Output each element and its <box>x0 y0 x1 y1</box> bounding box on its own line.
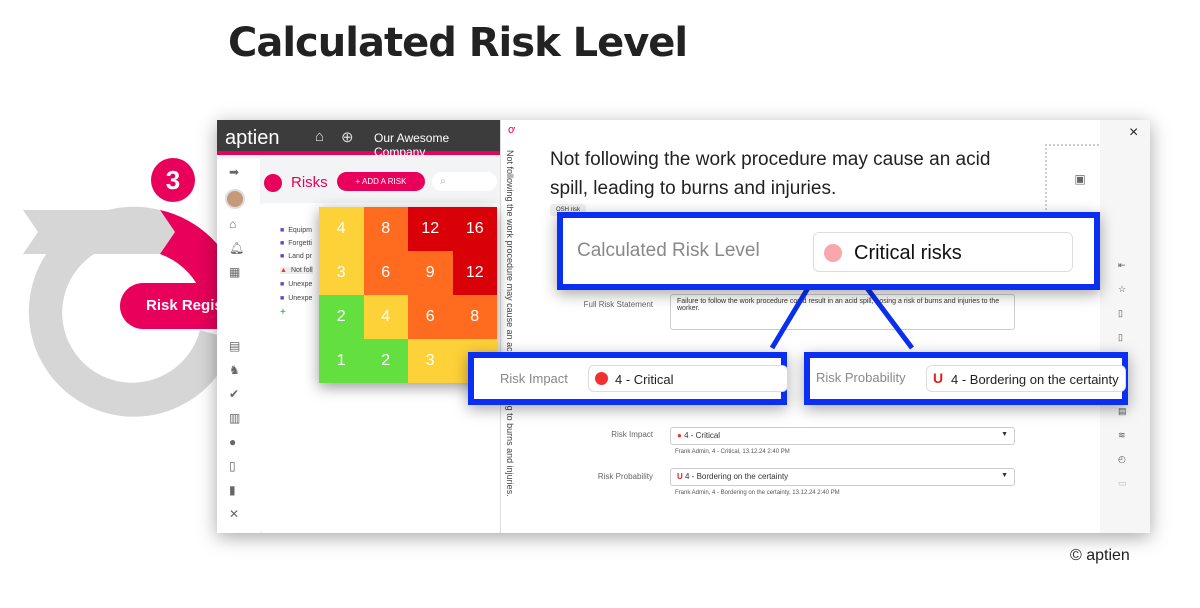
calculated-risk-level-field: Critical risks <box>813 232 1073 272</box>
matrix-cell: 3 <box>319 251 364 295</box>
matrix-cell: 8 <box>452 295 497 339</box>
expand-icon[interactable]: ➡ <box>229 165 239 179</box>
check-icon[interactable]: ✔ <box>229 387 239 401</box>
matrix-cell: 2 <box>363 339 408 383</box>
risk-probability-select[interactable]: U 4 - Bordering on the certainty ▼ <box>670 468 1015 486</box>
history-icon[interactable]: ◴ <box>1118 454 1126 465</box>
risk-probability-label: Risk Probability <box>597 472 653 481</box>
risk-impact-label: Risk Impact <box>611 430 653 439</box>
books-icon[interactable]: ▮ <box>229 483 236 497</box>
close-button[interactable]: × <box>1129 124 1138 142</box>
document-icon[interactable]: ▤ <box>229 339 240 353</box>
risk-level-dot-icon <box>824 244 842 262</box>
risk-icon: ■ <box>280 281 285 288</box>
dog-icon[interactable]: ♞ <box>229 363 240 377</box>
image-icon: ▣ <box>1074 172 1086 186</box>
risk-impact-callout-label: Risk Impact <box>500 371 568 386</box>
risk-impact-select[interactable]: ● 4 - Critical ▼ <box>670 427 1015 445</box>
list-item[interactable]: ■ Unexpe <box>280 295 312 302</box>
right-toolbar: ⇤ ☆ ▯ ▯ ▤ ≋ ◴ ▭ <box>1100 120 1150 533</box>
risk-icon: ■ <box>280 253 285 260</box>
risk-title: Not following the work procedure may cau… <box>550 149 991 199</box>
full-statement-label: Full Risk Statement <box>583 300 653 309</box>
pdf-icon[interactable]: ▯ <box>1118 308 1123 319</box>
user-icon[interactable]: ● <box>229 435 236 449</box>
calendar-icon[interactable]: ▦ <box>229 265 240 279</box>
matrix-cell: 12 <box>452 251 497 295</box>
full-statement-field[interactable]: Failure to follow the work procedure cou… <box>670 294 1015 330</box>
aptien-logo[interactable]: aptien <box>225 127 280 150</box>
report-icon[interactable]: ▥ <box>229 411 240 425</box>
matrix-cell: 2 <box>319 295 364 339</box>
matrix-cell: 16 <box>452 207 497 251</box>
copyright: © aptien <box>1070 547 1130 564</box>
plus-circle-icon[interactable]: ⊕ <box>341 128 354 146</box>
left-sidebar: ➡ ⌂ 🔔︎ ▦ ▤ ♞ ✔ ▥ ● ▯ ▮ ✕ <box>217 159 260 533</box>
list-item[interactable]: ■ Forgetti <box>280 240 312 247</box>
dropdown-caret-icon: ▼ <box>1001 431 1008 438</box>
critical-dot-icon <box>595 372 608 385</box>
page-title: Calculated Risk Level <box>228 20 688 66</box>
risk-detail-panel: Not following the work procedure may cau… <box>525 120 1115 533</box>
matrix-cell: 12 <box>408 207 453 251</box>
matrix-cell: 4 <box>319 207 364 251</box>
matrix-cell: 6 <box>408 295 453 339</box>
archive-icon[interactable]: ▭ <box>1118 478 1127 489</box>
risks-heading: Risks <box>291 174 328 191</box>
risk-impact-callout-value: 4 - Critical <box>615 372 674 387</box>
bomb-icon <box>264 174 282 192</box>
settings-icon[interactable]: ≋ <box>1118 430 1126 441</box>
matrix-cell: 1 <box>319 339 364 383</box>
trash-icon[interactable]: ▯ <box>229 459 236 473</box>
risk-level-value: Critical risks <box>854 242 962 264</box>
calculated-risk-level-label: Calculated Risk Level <box>577 240 760 261</box>
magnet-icon: U <box>933 370 944 386</box>
risk-probability-meta: Frank Admin, 4 - Bordering on the certai… <box>675 490 840 496</box>
matrix-cell: 8 <box>363 207 408 251</box>
matrix-cell: 6 <box>363 251 408 295</box>
critical-dot-icon: ● <box>677 431 682 440</box>
home-icon[interactable]: ⌂ <box>229 217 236 231</box>
star-icon[interactable]: ☆ <box>1118 284 1126 295</box>
search-input[interactable]: ⌕ <box>432 172 497 191</box>
collapse-icon[interactable]: ⇤ <box>1118 260 1126 271</box>
add-risk-button[interactable]: + ADD A RISK <box>337 172 425 191</box>
risk-icon: ■ <box>280 227 285 234</box>
search-icon: ⌕ <box>440 176 446 187</box>
risk-probability-callout-field: U 4 - Bordering on the certainty <box>926 365 1126 392</box>
app-header: aptien ⌂ ⊕ Our Awesome Company <box>217 120 500 159</box>
document-icon[interactable]: ▯ <box>1118 332 1123 343</box>
risk-probability-callout: Risk Probability U 4 - Bordering on the … <box>804 352 1128 405</box>
vertical-risk-title: Not following the work procedure may cau… <box>505 150 515 497</box>
add-item-icon[interactable]: + <box>280 307 286 318</box>
card-icon[interactable]: ▤ <box>1118 406 1127 417</box>
matrix-cell: 3 <box>408 339 453 383</box>
calculated-risk-level-callout: Calculated Risk Level Critical risks <box>557 212 1100 290</box>
list-item[interactable]: ■ Land pr <box>280 253 312 260</box>
step-number-badge: 3 <box>151 158 195 202</box>
home-icon[interactable]: ⌂ <box>315 128 324 145</box>
dropdown-caret-icon: ▼ <box>1001 472 1008 479</box>
list-item[interactable]: ■ Equipm <box>280 227 312 234</box>
bomb-icon: ơ <box>508 124 516 136</box>
risk-icon: ■ <box>280 295 285 302</box>
magnet-icon: U <box>677 472 683 481</box>
risk-impact-callout: Risk Impact 4 - Critical <box>468 352 788 405</box>
matrix-cell: 9 <box>408 251 453 295</box>
list-item-selected[interactable]: ▲ Not foll <box>280 267 313 274</box>
risk-impact-meta: Frank Admin, 4 - Critical, 13.12.24 2:40… <box>675 449 790 455</box>
company-name[interactable]: Our Awesome Company <box>374 131 500 159</box>
risk-probability-callout-value: 4 - Bordering on the certainty <box>951 372 1119 387</box>
risk-probability-callout-label: Risk Probability <box>816 370 906 385</box>
risk-impact-callout-field: 4 - Critical <box>588 365 788 392</box>
risk-icon: ■ <box>280 240 285 247</box>
list-item[interactable]: ■ Unexpe <box>280 281 312 288</box>
bell-icon[interactable]: 🔔︎ <box>229 241 244 255</box>
warning-icon: ▲ <box>280 267 287 274</box>
avatar[interactable] <box>225 189 245 209</box>
matrix-cell: 4 <box>363 295 408 339</box>
tools-icon[interactable]: ✕ <box>229 507 239 521</box>
